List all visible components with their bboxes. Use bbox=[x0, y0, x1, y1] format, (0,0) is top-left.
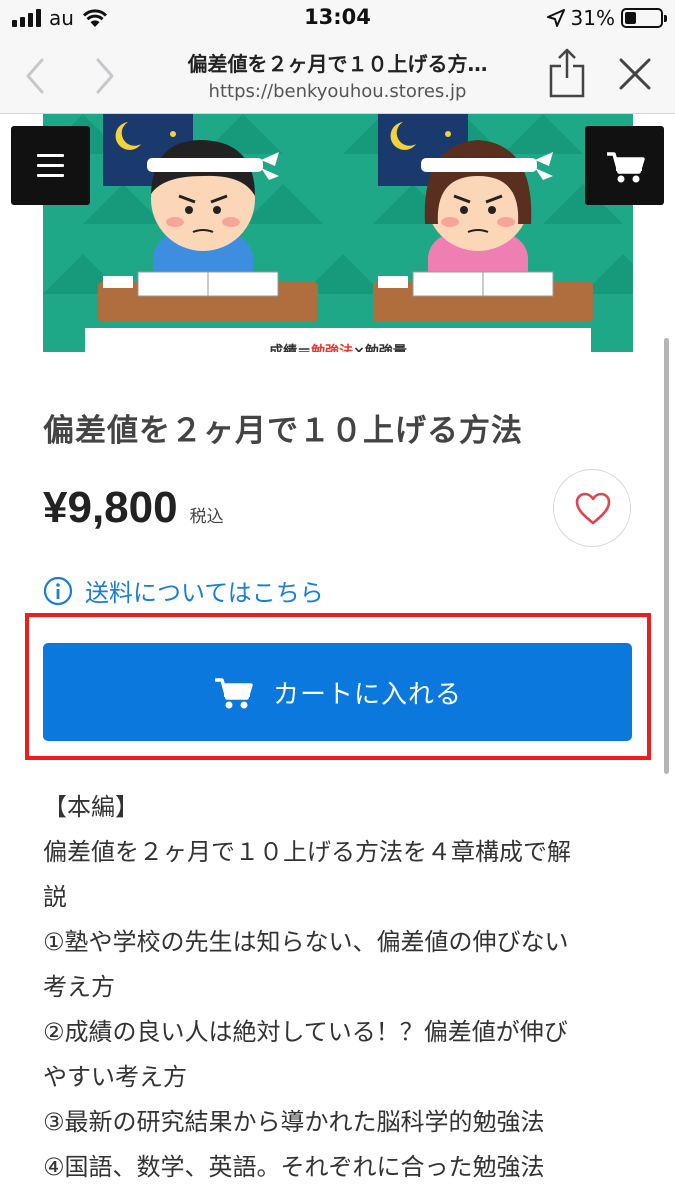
page-title: 偏差値を２ヶ月で１０上げる方… bbox=[187, 52, 488, 76]
heart-icon bbox=[575, 492, 611, 525]
price-row: ¥9,800 税込 bbox=[43, 483, 224, 533]
product-description: 【本編】 偏差値を２ヶ月で１０上げる方法を４章構成で解 説 ①塾や学校の先生は知… bbox=[43, 785, 633, 1190]
hero-caption-post: ×勉強量 bbox=[353, 343, 407, 352]
tax-label: 税込 bbox=[189, 507, 224, 527]
shipping-link-label: 送料についてはこちら bbox=[85, 579, 324, 607]
hero-caption-accent: 勉強法 bbox=[310, 343, 353, 352]
description-line: 【本編】 bbox=[43, 793, 139, 821]
cart-icon bbox=[214, 678, 253, 709]
description-line: やすい考え方 bbox=[43, 1063, 187, 1091]
hamburger-menu-icon bbox=[37, 154, 64, 157]
battery-percent: 31% bbox=[570, 6, 615, 30]
status-right: 31% bbox=[546, 6, 667, 30]
shipping-info-link[interactable]: 送料についてはこちら bbox=[43, 573, 324, 608]
status-bar: au 13:04 31% bbox=[0, 0, 675, 36]
chevron-left-icon[interactable] bbox=[20, 56, 50, 96]
product-title: 偏差値を２ヶ月で１０上げる方法 bbox=[43, 413, 523, 449]
description-line: ①塾や学校の先生は知らない、偏差値の伸びない bbox=[43, 928, 569, 956]
description-line: ③最新の研究結果から導かれた脳科学的勉強法 bbox=[43, 1108, 545, 1136]
description-line: 偏差値を２ヶ月で１０上げる方法を４章構成で解 bbox=[43, 838, 571, 866]
description-line: 説 bbox=[43, 883, 67, 911]
share-icon[interactable] bbox=[547, 46, 587, 98]
page-url[interactable]: https://benkyouhou.stores.jp bbox=[140, 81, 535, 102]
favorite-button[interactable] bbox=[553, 469, 631, 547]
battery-level bbox=[625, 12, 636, 24]
description-line: 考え方 bbox=[43, 973, 115, 1001]
description-line: ④国語、数学、英語。それぞれに合った勉強法 bbox=[43, 1153, 545, 1181]
product-image: 成績＝勉強法×勉強量 bbox=[43, 114, 633, 352]
close-icon[interactable] bbox=[617, 56, 653, 92]
product-price: ¥9,800 bbox=[43, 483, 178, 532]
scrollbar[interactable] bbox=[664, 338, 669, 774]
add-to-cart-label: カートに入れる bbox=[272, 679, 462, 710]
info-icon bbox=[43, 576, 73, 605]
svg-text:成績＝勉強法×勉強量: 成績＝勉強法×勉強量 bbox=[269, 343, 407, 352]
battery-icon bbox=[621, 8, 667, 28]
add-to-cart-button[interactable]: カートに入れる bbox=[43, 643, 632, 741]
browser-toolbar: 偏差値を２ヶ月で１０上げる方… https://benkyouhou.store… bbox=[0, 36, 675, 114]
menu-button[interactable] bbox=[11, 126, 90, 205]
description-line: ②成績の良い人は絶対している！？偏差値が伸び bbox=[43, 1018, 568, 1046]
cart-icon bbox=[607, 152, 645, 183]
chevron-right-icon[interactable] bbox=[90, 56, 120, 96]
hero-caption-pre: 成績＝ bbox=[269, 343, 311, 352]
location-arrow-icon bbox=[546, 9, 565, 27]
cart-button[interactable] bbox=[585, 126, 664, 205]
